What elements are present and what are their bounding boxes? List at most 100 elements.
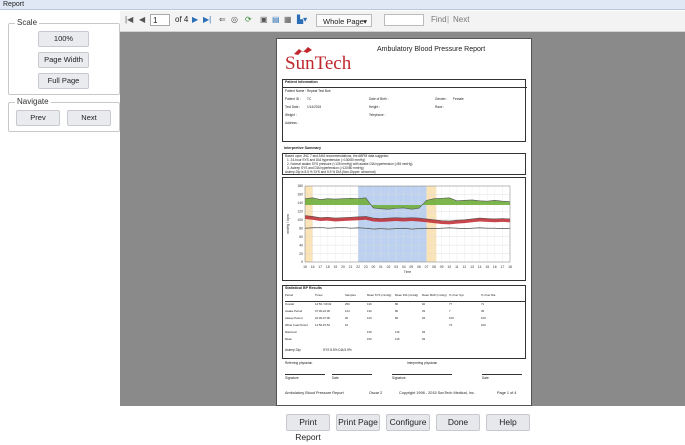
navigate-group: Navigate Prev Next	[8, 97, 120, 132]
y-tick-label: 180	[297, 184, 303, 188]
stats-cell: 80	[395, 316, 399, 320]
stats-col-header: Mean DIA (mmHg)	[395, 293, 419, 297]
x-tick-label: 10	[447, 265, 451, 269]
next-page-icon[interactable]: ▶	[192, 15, 198, 24]
window-title-bar: Report	[0, 0, 685, 10]
stats-cell: 77	[449, 302, 453, 306]
y-tick-label: 80	[299, 226, 303, 230]
x-tick-label: 03	[394, 265, 398, 269]
int-date-label: Date	[482, 376, 489, 380]
white-coat-band	[305, 186, 313, 262]
race-label: Race :	[435, 105, 445, 109]
stats-cell: 136	[367, 330, 372, 334]
patient-id: TC	[307, 97, 312, 101]
dip-label: Asleep Dip:	[285, 348, 302, 352]
stats-header: Statistical BP Results	[285, 286, 322, 290]
stats-cell: 120	[367, 316, 372, 320]
help-button[interactable]: Help	[486, 414, 530, 431]
export-icon[interactable]: ▙▾	[297, 15, 307, 24]
page-number-input[interactable]: 1	[150, 14, 170, 26]
stats-cell: White Coat Period	[285, 323, 308, 327]
patient-name: Repeat Test Bob	[307, 89, 331, 93]
weight-label: Weight :	[285, 113, 297, 117]
find-next-link[interactable]: Next	[453, 15, 469, 24]
dob-label: Date of Birth :	[369, 97, 389, 101]
stats-cell: 71	[481, 302, 485, 306]
x-tick-label: 17	[501, 265, 505, 269]
prev-page-icon[interactable]: ◀	[139, 15, 145, 24]
navigate-title: Navigate	[15, 97, 51, 106]
scale-100-button[interactable]: 100%	[38, 31, 89, 47]
print-layout-icon[interactable]: ▤	[272, 15, 280, 24]
stats-cell: 7	[449, 309, 451, 313]
x-tick-label: 22	[356, 265, 360, 269]
stats-cell: 22:00-07:00	[315, 316, 330, 320]
x-tick-label: 00	[371, 265, 375, 269]
y-tick-label: 140	[297, 201, 303, 205]
refresh-icon[interactable]: ⟳	[245, 15, 252, 24]
zoom-value: Whole Page	[323, 17, 364, 26]
page-width-button[interactable]: Page Width	[38, 52, 89, 68]
report-viewer: |◀ ◀ 1 of 4 ▶ ▶| ⇐ ◎ ⟳ ▣ ▤ ▦ ▙▾ Whole Pa…	[120, 11, 685, 406]
y-tick-label: 100	[297, 218, 303, 222]
zoom-select[interactable]: Whole Page ▾	[316, 14, 372, 27]
transition-band	[426, 186, 437, 262]
print-report-button[interactable]: Print Report	[286, 414, 330, 442]
stats-cell: 45	[481, 309, 485, 313]
stats-cell: Asleep Period	[285, 316, 303, 320]
stats-cell: 93	[422, 316, 426, 320]
next-button[interactable]: Next	[67, 110, 111, 126]
stats-cell: 116	[395, 330, 400, 334]
stats-cell: 100	[481, 316, 486, 320]
x-tick-label: 16	[493, 265, 497, 269]
find-link[interactable]: Find	[431, 15, 447, 24]
stats-col-header: Times	[315, 293, 323, 297]
last-page-icon[interactable]: ▶|	[203, 15, 211, 24]
print-page-button[interactable]: Print Page	[336, 414, 380, 431]
int-physician-label: Interpreting physician	[407, 361, 438, 365]
asleep-band	[358, 186, 427, 262]
page-count: of 4	[175, 15, 189, 24]
first-page-icon[interactable]: |◀	[125, 15, 133, 24]
stats-cell: 93	[422, 330, 426, 334]
telephone-label: Telephone :	[369, 113, 386, 117]
chevron-down-icon: ▾	[363, 17, 367, 26]
height-label: Height :	[369, 105, 380, 109]
find-input[interactable]	[384, 14, 424, 26]
stats-cell: 92	[422, 302, 426, 306]
stats-cell: 80	[395, 309, 399, 313]
stats-cell: 100	[481, 323, 486, 327]
test-date: 1/14/2015	[307, 105, 322, 109]
scale-title: Scale	[15, 18, 40, 27]
stop-icon[interactable]: ◎	[231, 15, 238, 24]
x-tick-label: 21	[349, 265, 353, 269]
bottom-bar: Print Report Print Page Configure Done H…	[0, 406, 685, 442]
prev-button[interactable]: Prev	[16, 110, 60, 126]
x-tick-label: 18	[326, 265, 330, 269]
stats-section: Statistical BP Results Period Times Sample…	[282, 285, 526, 359]
print-icon[interactable]: ▣	[260, 15, 268, 24]
back-icon[interactable]: ⇐	[219, 15, 226, 24]
gender: Female	[453, 97, 464, 101]
int-signature-label: Signature	[392, 376, 406, 380]
scale-group: Scale 100% Page Width Full Page	[8, 18, 120, 95]
x-tick-label: 07	[425, 265, 429, 269]
stats-cell: Awake Period	[285, 309, 303, 313]
x-tick-label: 19	[333, 265, 337, 269]
done-button[interactable]: Done	[436, 414, 480, 431]
x-tick-label: 17	[318, 265, 322, 269]
stats-cell: Overall	[285, 302, 294, 306]
configure-button[interactable]: Configure	[386, 414, 430, 431]
x-tick-label: 11	[455, 265, 459, 269]
x-tick-label: 18	[508, 265, 512, 269]
address-label: Address :	[285, 121, 299, 125]
footer-page: Page 1 of 4	[497, 391, 517, 395]
stats-cell: 26	[345, 316, 349, 320]
stats-cell: 73	[449, 323, 453, 327]
stats-cell: 14:56-15:54	[315, 323, 330, 327]
x-tick-label: 05	[409, 265, 413, 269]
stats-cell: 116	[395, 337, 400, 341]
full-page-button[interactable]: Full Page	[38, 73, 89, 89]
page-setup-icon[interactable]: ▦	[284, 15, 292, 24]
x-tick-label: 20	[341, 265, 345, 269]
